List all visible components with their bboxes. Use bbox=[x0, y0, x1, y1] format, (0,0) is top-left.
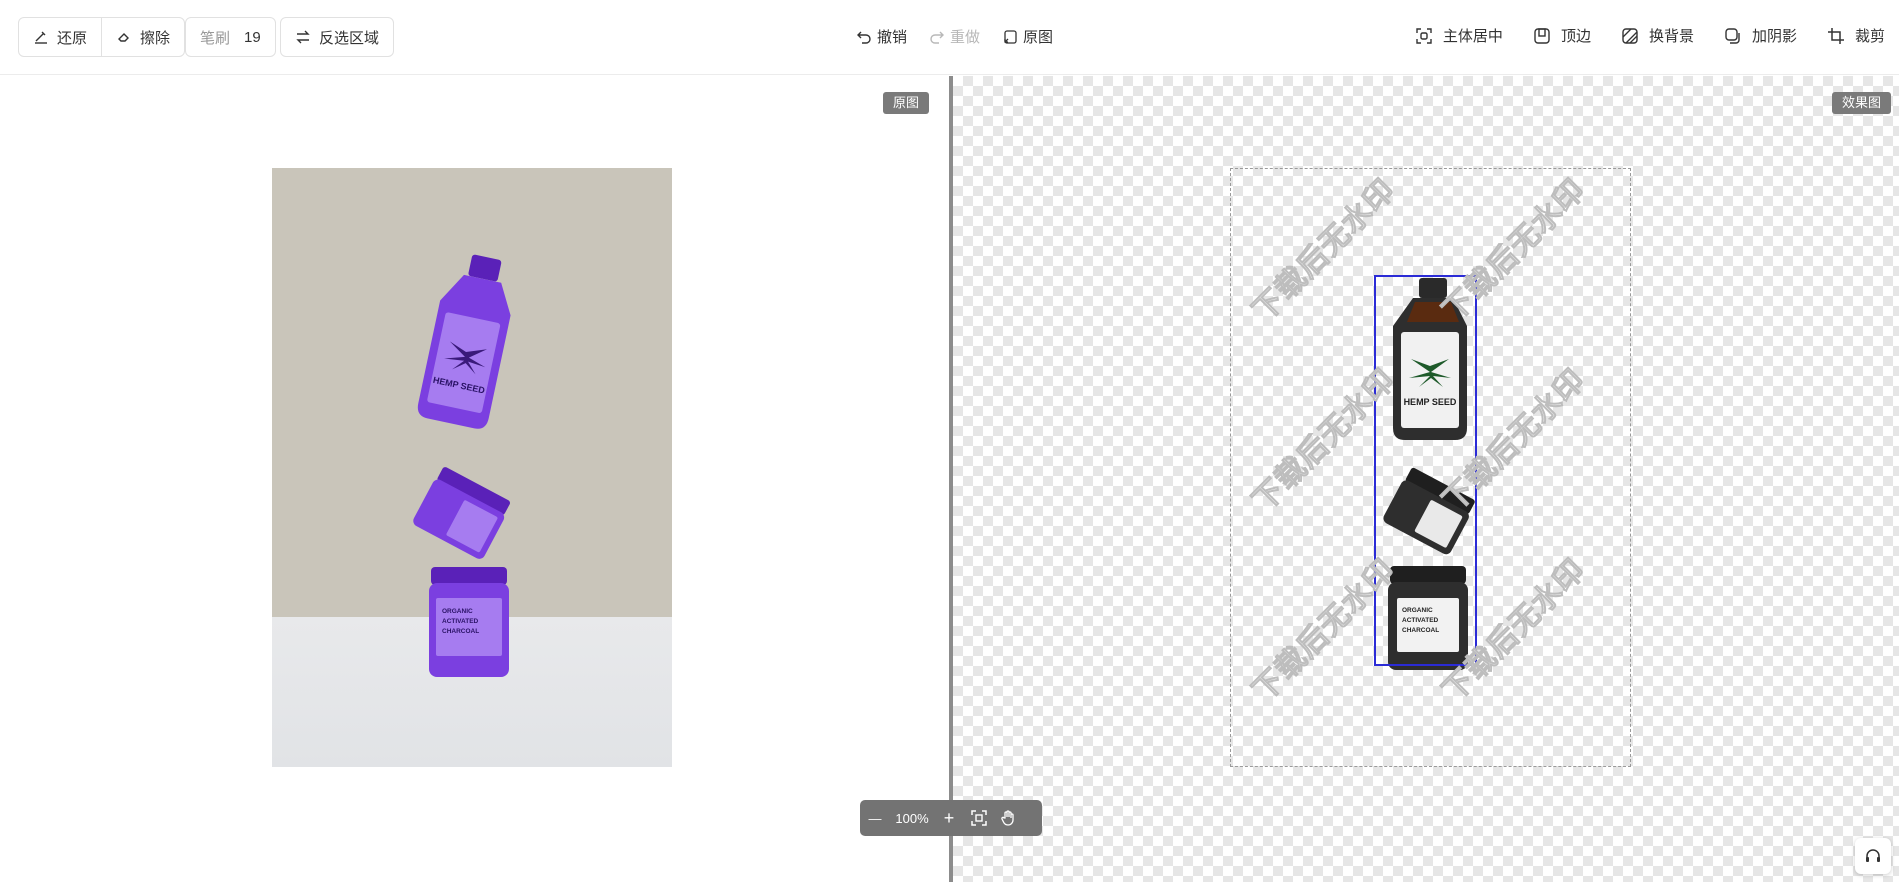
shadow-icon bbox=[1725, 27, 1740, 44]
erase-label: 擦除 bbox=[140, 29, 171, 47]
undo-button[interactable]: 撤销 bbox=[856, 26, 907, 47]
product-stack-illustration: HEMP SEED ORGANIC ACTIVATED CHARCOAL bbox=[413, 254, 511, 677]
restore-erase-group: 还原 擦除 bbox=[18, 17, 186, 57]
zoom-level: 100% bbox=[895, 810, 929, 826]
undo-icon bbox=[857, 31, 871, 44]
hemp-bottle: HEMP SEED bbox=[417, 254, 511, 429]
charcoal-jar: ORGANIC ACTIVATED CHARCOAL bbox=[429, 567, 509, 677]
add-shadow-label: 加阴影 bbox=[1751, 28, 1797, 45]
invert-selection-group: 反选区域 bbox=[280, 17, 395, 57]
headset-icon bbox=[1866, 849, 1880, 862]
history-actions: 撤销 重做 原图 bbox=[856, 26, 1075, 47]
crop-label: 裁剪 bbox=[1854, 28, 1885, 45]
change-background-button[interactable]: 换背景 bbox=[1621, 25, 1694, 46]
original-product-photo[interactable]: HEMP SEED ORGANIC ACTIVATED CHARCOAL bbox=[272, 168, 672, 767]
brush-label: 笔刷 bbox=[200, 29, 231, 47]
restore-brush-icon bbox=[35, 31, 47, 44]
top-edge-button[interactable]: 顶边 bbox=[1533, 25, 1591, 46]
zoom-controls: — 100% + bbox=[860, 800, 1042, 836]
restore-label: 还原 bbox=[57, 29, 88, 47]
support-button[interactable] bbox=[1855, 838, 1891, 874]
add-shadow-button[interactable]: 加阴影 bbox=[1724, 25, 1797, 46]
center-subject-button[interactable]: 主体居中 bbox=[1415, 25, 1503, 46]
brush-size-control[interactable]: 笔刷 19 bbox=[185, 17, 276, 57]
center-focus-icon bbox=[1416, 27, 1432, 44]
redo-button[interactable]: 重做 bbox=[929, 26, 980, 47]
erase-button[interactable]: 擦除 bbox=[101, 18, 184, 56]
original-panel: 原图 HEMP SEED ORGANIC ACTIVATED CHARCOAL bbox=[0, 76, 949, 882]
top-edge-icon bbox=[1534, 27, 1550, 44]
undo-label: 撤销 bbox=[877, 29, 908, 46]
top-edge-label: 顶边 bbox=[1560, 28, 1591, 45]
original-toggle-button[interactable]: 原图 bbox=[1002, 26, 1053, 47]
original-tag: 原图 bbox=[882, 92, 929, 114]
invert-selection-button[interactable]: 反选区域 bbox=[281, 18, 393, 56]
svg-text:CHARCOAL: CHARCOAL bbox=[442, 628, 479, 635]
redo-icon bbox=[930, 31, 945, 44]
pan-hand-button[interactable] bbox=[994, 800, 1024, 836]
compare-original-icon bbox=[1004, 29, 1017, 44]
brush-size-value[interactable]: 19 bbox=[244, 29, 261, 46]
zoom-out-button[interactable]: — bbox=[860, 800, 890, 836]
restore-button[interactable]: 还原 bbox=[19, 18, 101, 56]
crop-icon bbox=[1827, 27, 1844, 44]
edit-actions: 主体居中 顶边 换背景 加阴影 裁剪 bbox=[1385, 25, 1885, 46]
background-pattern-icon bbox=[1622, 27, 1638, 44]
svg-text:ORGANIC: ORGANIC bbox=[442, 608, 473, 615]
invert-selection-label: 反选区域 bbox=[319, 29, 380, 47]
result-panel: 效果图 HEMP SEED ORGANIC ACTIVATED CHARCOAL bbox=[953, 76, 1899, 882]
center-subject-label: 主体居中 bbox=[1442, 28, 1503, 45]
editor-toolbar: 还原 擦除 笔刷 19 反选区域 撤销 重做 原图 主体居中 顶边 换背景 加阴… bbox=[0, 0, 1899, 75]
fit-screen-icon bbox=[971, 810, 987, 826]
svg-text:ACTIVATED: ACTIVATED bbox=[442, 618, 479, 625]
eraser-icon bbox=[118, 33, 130, 42]
original-label: 原图 bbox=[1023, 29, 1054, 46]
swap-arrows-icon bbox=[296, 30, 310, 44]
fit-screen-button[interactable] bbox=[964, 800, 994, 836]
redo-label: 重做 bbox=[950, 29, 981, 46]
hand-icon bbox=[1001, 810, 1014, 826]
crop-button[interactable]: 裁剪 bbox=[1827, 25, 1885, 46]
matcha-jar bbox=[413, 467, 510, 559]
change-background-label: 换背景 bbox=[1648, 28, 1694, 45]
zoom-in-button[interactable]: + bbox=[934, 800, 964, 836]
